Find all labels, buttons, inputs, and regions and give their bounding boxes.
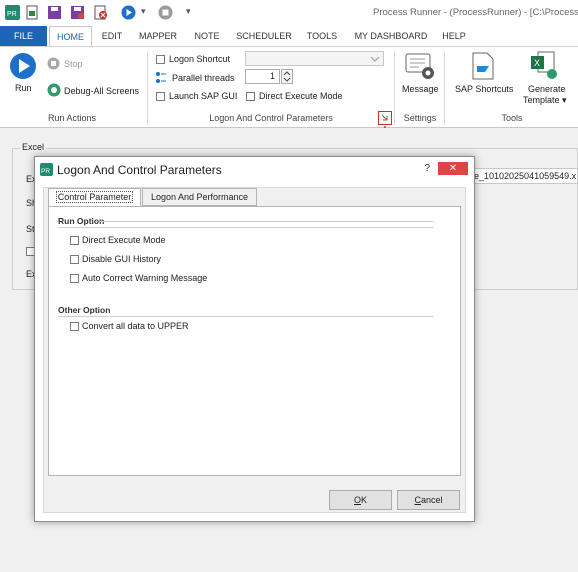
delete-file-icon[interactable] — [93, 5, 108, 20]
run-button[interactable]: Run — [15, 83, 32, 93]
other-option-heading: Other Option — [58, 305, 111, 315]
dialog-launcher-button[interactable] — [378, 111, 392, 125]
tab-logon-and-performance[interactable]: Logon And Performance — [142, 188, 257, 206]
dialog-body: Control Parameter Logon And Performance … — [43, 187, 466, 513]
svg-text:PR: PR — [7, 11, 17, 18]
tab-note[interactable]: NOTE — [188, 26, 226, 46]
ribbon-tabs: FILE HOME EDIT MAPPER NOTE SCHEDULER TOO… — [0, 26, 578, 46]
auto-correct-warning-label: Auto Correct Warning Message — [82, 273, 208, 283]
run-option-heading: Run Option — [58, 216, 105, 226]
separator — [444, 51, 445, 125]
separator — [147, 51, 148, 125]
new-file-icon[interactable] — [25, 5, 40, 20]
launch-sap-gui-checkbox[interactable] — [156, 92, 165, 101]
run-icon[interactable] — [121, 5, 136, 20]
save-icon[interactable] — [47, 5, 62, 20]
run-actions-group-label: Run Actions — [47, 113, 97, 123]
tab-tools[interactable]: TOOLS — [302, 26, 342, 46]
settings-group-label: Settings — [403, 113, 437, 123]
customize-icon[interactable]: ▾ — [186, 6, 191, 17]
parallel-threads-stepper[interactable] — [281, 69, 293, 84]
divider — [99, 221, 434, 222]
logon-control-dialog: PR Logon And Control Parameters ? ✕ Cont… — [34, 156, 475, 522]
tab-help[interactable]: HELP — [437, 26, 471, 46]
logon-shortcut-dropdown[interactable] — [245, 51, 384, 66]
save-as-icon[interactable] — [70, 5, 85, 20]
generate-template-icon[interactable]: X — [530, 51, 558, 81]
run-button-icon[interactable] — [9, 52, 37, 80]
disable-gui-history-label: Disable GUI History — [82, 254, 162, 264]
generate-template-button-line2[interactable]: Template ▾ — [523, 95, 567, 106]
close-button[interactable]: ✕ — [438, 162, 468, 175]
disable-gui-history-checkbox[interactable] — [70, 255, 79, 264]
parallel-threads-label: Parallel threads — [172, 73, 235, 83]
divider — [58, 227, 434, 228]
control-parameter-panel: Run Option Direct Execute Mode Disable G… — [48, 206, 461, 476]
tab-scheduler[interactable]: SCHEDULER — [232, 26, 296, 46]
tab-mapper[interactable]: MAPPER — [135, 26, 181, 46]
title-bar: PR ▾ ▾ Process Runner - (ProcessRunner) … — [0, 0, 578, 26]
stop-button-icon[interactable] — [47, 57, 60, 70]
debug-all-screens-button[interactable]: Debug-All Screens — [64, 86, 139, 96]
ribbon: Run Stop Debug-All Screens Run Actions L… — [0, 46, 578, 128]
direct-execute-mode-checkbox[interactable] — [70, 236, 79, 245]
excel-group-label: Excel — [20, 142, 47, 152]
tab-control-parameter[interactable]: Control Parameter — [48, 188, 141, 206]
divider — [58, 316, 434, 317]
stop-button[interactable]: Stop — [64, 59, 83, 69]
ok-button[interactable]: OK — [329, 490, 392, 510]
cancel-button[interactable]: Cancel — [397, 490, 460, 510]
excel-file-input[interactable]: ne_10102025041059549.x — [466, 168, 578, 184]
generate-template-button[interactable]: Generate — [528, 84, 566, 94]
svg-text:X: X — [534, 58, 540, 68]
dialog-app-icon: PR — [40, 163, 53, 176]
sap-shortcuts-button[interactable]: SAP Shortcuts — [455, 84, 513, 94]
auto-correct-warning-checkbox[interactable] — [70, 274, 79, 283]
launch-sap-gui-label: Launch SAP GUI — [169, 91, 238, 101]
logon-group-label: Logon And Control Parameters — [209, 113, 333, 123]
svg-text:PR: PR — [41, 168, 50, 175]
message-button[interactable]: Message — [402, 84, 439, 94]
convert-upper-label: Convert all data to UPPER — [82, 321, 189, 331]
help-button[interactable]: ? — [424, 163, 430, 174]
parallel-threads-icon — [155, 71, 167, 85]
convert-upper-checkbox[interactable] — [70, 322, 79, 331]
separator — [394, 51, 395, 125]
tab-edit[interactable]: EDIT — [95, 26, 129, 46]
sap-shortcuts-icon[interactable] — [472, 52, 494, 80]
app-logo-icon: PR — [5, 5, 20, 20]
parallel-threads-input[interactable]: 1 — [245, 69, 280, 84]
tab-my-dashboard[interactable]: MY DASHBOARD — [350, 26, 432, 46]
direct-execute-mode-label: Direct Execute Mode — [82, 235, 166, 245]
direct-execute-label: Direct Execute Mode — [259, 91, 343, 101]
stop-icon[interactable] — [158, 5, 173, 20]
message-icon[interactable] — [405, 53, 435, 81]
run-dropdown-icon[interactable]: ▾ — [141, 6, 146, 17]
window-title: Process Runner - (ProcessRunner) - [C:\P… — [373, 7, 578, 18]
tab-home[interactable]: HOME — [49, 26, 92, 46]
direct-execute-checkbox[interactable] — [246, 92, 255, 101]
debug-icon[interactable] — [47, 83, 61, 97]
dialog-title: Logon And Control Parameters — [57, 163, 222, 177]
tools-group-label: Tools — [501, 113, 523, 123]
logon-shortcut-checkbox[interactable] — [156, 55, 165, 64]
tab-file[interactable]: FILE — [0, 26, 47, 46]
logon-shortcut-label: Logon Shortcut — [169, 54, 231, 64]
